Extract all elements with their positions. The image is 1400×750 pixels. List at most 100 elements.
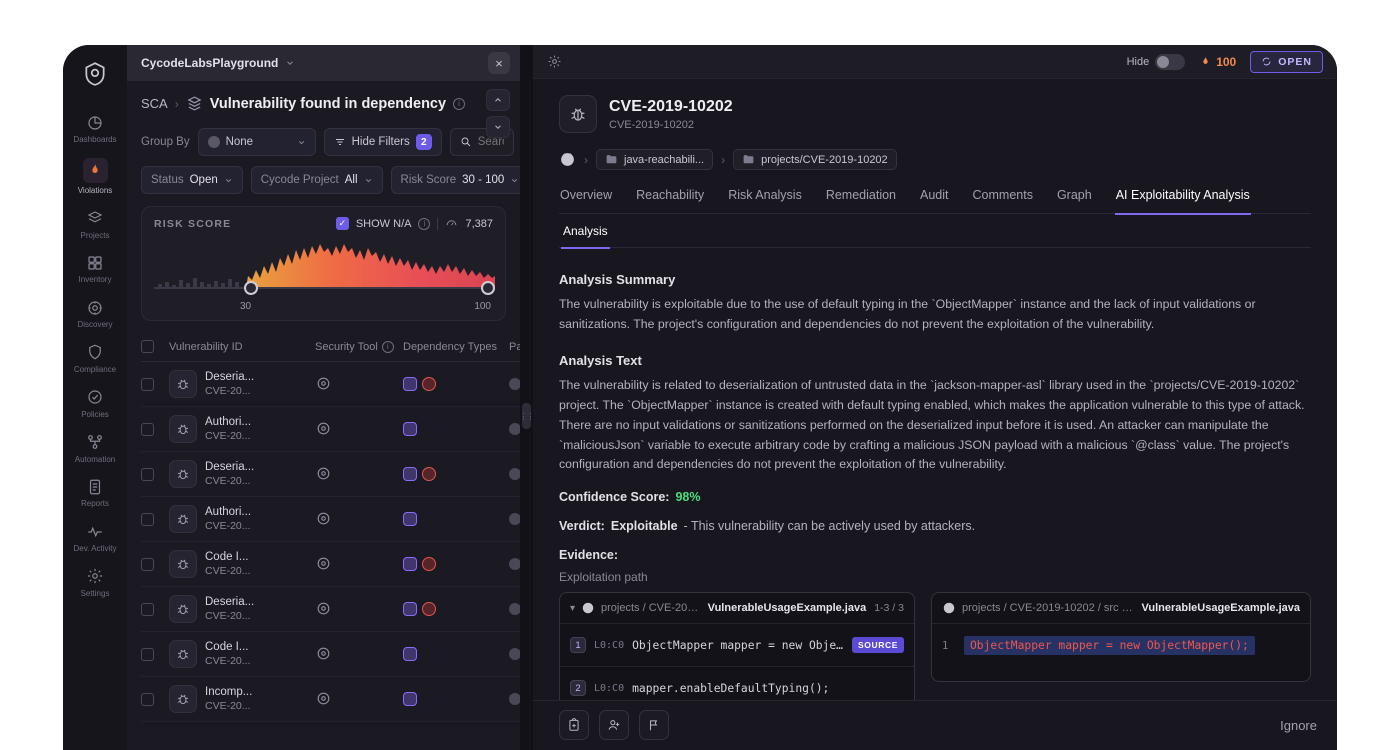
sidebar-item-policies[interactable]: Policies [64,382,126,427]
hide-toggle[interactable] [1155,53,1186,70]
status-filter[interactable]: Status Open [141,166,243,194]
sidebar-item-reports[interactable]: Reports [64,471,126,516]
table-row[interactable]: Authori...CVE-20...or... [141,497,520,542]
table-row[interactable]: Authori...CVE-20...or... [141,407,520,452]
exploitation-path-panel: ▾ projects / CVE-2019-... VulnerableUsag… [559,592,915,700]
prev-result-button[interactable] [486,89,510,111]
sidebar-item-projects[interactable]: Projects [64,203,126,248]
tab-ai-exploitability-analysis[interactable]: AI Exploitability Analysis [1115,188,1251,213]
caret-down-icon[interactable]: ▾ [570,603,575,614]
workspace-selector[interactable]: CycodeLabsPlayground [141,56,295,70]
group-by-icon [207,136,220,148]
next-result-button[interactable] [486,116,510,138]
workspace-topbar: CycodeLabsPlayground × [127,45,520,81]
bug-icon [169,505,197,533]
breadcrumb-sca[interactable]: SCA [141,96,168,111]
tab-comments[interactable]: Comments [972,188,1034,213]
hide-filters-button[interactable]: Hide Filters 2 [323,128,442,156]
result-pager [486,89,510,138]
row-checkbox[interactable] [141,692,154,706]
line-number-badge: 2 [570,680,586,697]
sidebar-item-dashboards[interactable]: Dashboards [64,107,126,152]
hide-toggle-control[interactable]: Hide [1127,53,1186,70]
tab-graph[interactable]: Graph [1056,188,1093,213]
flag-button[interactable] [639,710,669,740]
info-icon[interactable] [418,217,431,230]
reports-document-icon [86,477,105,496]
info-icon[interactable] [453,97,466,110]
code-line[interactable]: 2 L0:C0 mapper.enableDefaultTyping(); [560,667,914,700]
tab-audit[interactable]: Audit [919,188,950,213]
sidebar-item-label: Policies [81,409,109,419]
table-row[interactable]: Code I...CVE-20...m... [141,542,520,587]
tab-remediation[interactable]: Remediation [825,188,897,213]
discovery-radar-icon [86,298,105,317]
repo-chip[interactable]: java-reachabili... [596,149,714,170]
security-tool-icon [315,600,333,618]
table-row[interactable]: Deseria...CVE-20...lo... [141,452,520,497]
hide-filters-label: Hide Filters [351,136,410,148]
sidebar-item-settings[interactable]: Settings [64,561,126,606]
tab-overview[interactable]: Overview [559,188,613,213]
page-background: Dashboards Violations Projects Inventory… [0,0,1400,750]
vulnerability-name: Deseria... [205,371,255,383]
group-by-value: None [225,136,254,148]
tab-reachability[interactable]: Reachability [635,188,705,213]
security-tool-icon [315,555,333,573]
risk-min-label[interactable]: 30 [240,301,251,312]
flame-icon [1199,55,1212,68]
info-icon[interactable] [381,340,394,353]
table-row[interactable]: Incomp...CVE-20...or... [141,677,520,722]
sidebar-item-inventory[interactable]: Inventory [64,247,126,292]
assign-user-button[interactable] [599,710,629,740]
sidebar-item-dev-activity[interactable]: Dev. Activity [64,516,126,561]
open-status-button[interactable]: OPEN [1250,50,1323,73]
confidence-score-row: Confidence Score: 98% [559,490,1311,504]
row-checkbox[interactable] [141,602,154,616]
code-path: projects / CVE-2019-... [601,602,702,615]
row-checkbox[interactable] [141,512,154,526]
row-checkbox[interactable] [141,647,154,661]
sidebar-item-compliance[interactable]: Compliance [64,337,126,382]
clipboard-add-button[interactable] [559,710,589,740]
highlighted-code-line[interactable]: 1 ObjectMapper mapper = new ObjectMapper… [932,624,1310,681]
line-col-label: L0:C0 [594,639,625,651]
row-checkbox[interactable] [141,557,154,571]
row-checkbox[interactable] [141,467,154,481]
breadcrumb-separator: › [721,152,726,167]
divider [437,217,439,230]
folder-icon [605,153,618,166]
ignore-button[interactable]: Ignore [1280,718,1317,733]
code-line[interactable]: 1 L0:C0 ObjectMapper mapper = new Object… [560,624,914,668]
show-na-checkbox[interactable]: ✓ [335,217,349,230]
path-chip[interactable]: projects/CVE-2019-10202 [733,149,897,170]
risk-max-label[interactable]: 100 [474,301,491,312]
risk-score-title: RISK SCORE [154,217,232,230]
row-checkbox[interactable] [141,377,154,391]
verdict-row: Verdict: Exploitable - This vulnerabilit… [559,519,1311,533]
purple-dependency-badge [403,467,417,481]
close-panel-button[interactable]: × [488,52,510,74]
select-all-checkbox[interactable] [141,340,154,353]
code-path: projects / CVE-2019-10202 / src / main /… [962,602,1135,615]
filters-count-badge: 2 [415,134,432,150]
chevron-down-icon [510,176,519,185]
sidebar-item-automation[interactable]: Automation [64,427,126,472]
resize-handle[interactable] [522,403,531,429]
table-row[interactable]: Deseria...CVE-20...lo... [141,587,520,632]
row-checkbox[interactable] [141,422,154,436]
project-filter[interactable]: Cycode Project All [250,166,383,194]
violations-list-panel: CycodeLabsPlayground × SCA › Vulnerabili… [127,45,520,750]
gear-icon[interactable] [547,54,562,69]
table-row[interactable]: Code I...CVE-20...m... [141,632,520,677]
group-by-select[interactable]: None [197,128,316,156]
github-icon [559,151,576,168]
subtab-analysis[interactable]: Analysis [561,214,610,247]
tab-risk-analysis[interactable]: Risk Analysis [727,188,803,213]
sidebar-item-violations[interactable]: Violations [64,152,126,203]
purple-dependency-badge [403,377,417,391]
chevron-down-icon [297,138,306,147]
sidebar-item-discovery[interactable]: Discovery [64,292,126,337]
risk-score-filter[interactable]: Risk Score 30 - 100 [390,166,520,194]
table-row[interactable]: Deseria...CVE-20...o... [141,362,520,407]
